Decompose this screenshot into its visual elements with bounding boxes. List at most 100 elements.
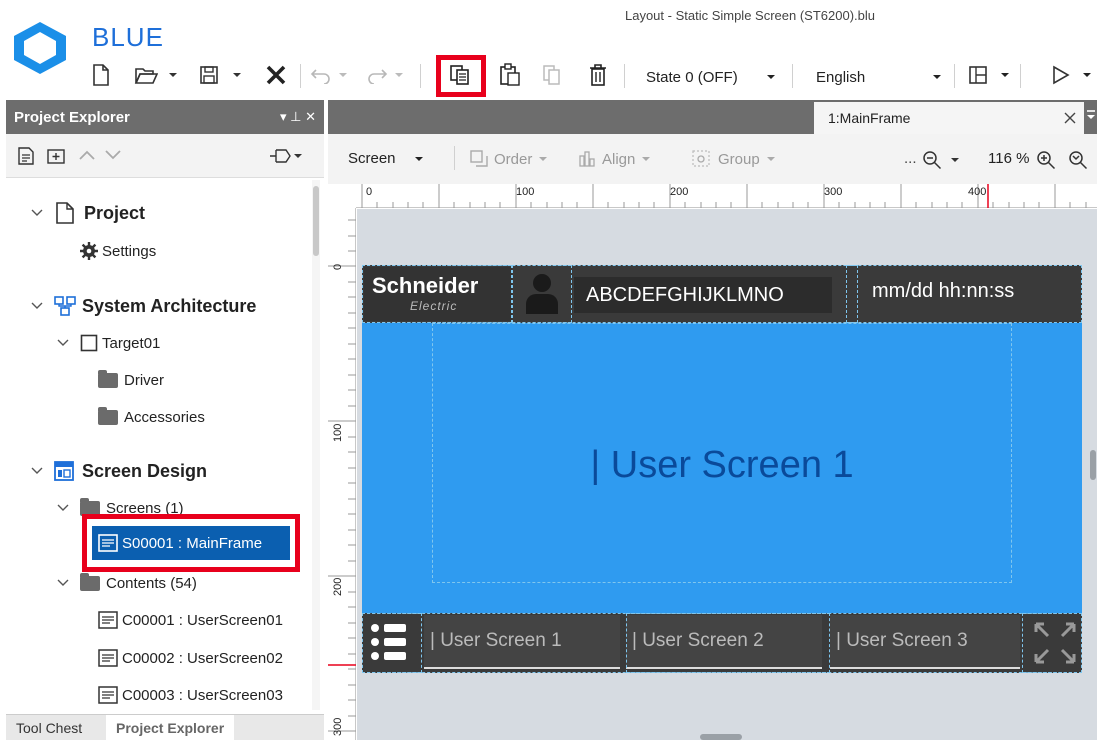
- separator: [792, 64, 793, 88]
- layout-icon[interactable]: [964, 60, 992, 90]
- datetime-display: mm/dd hh:nn:ss: [872, 280, 1015, 302]
- project-explorer-title: Project Explorer: [14, 108, 130, 126]
- language-select[interactable]: English: [810, 62, 910, 92]
- chevron-down-icon[interactable]: [1000, 70, 1010, 80]
- tree-node-screens[interactable]: Screens (1): [56, 495, 184, 521]
- group-icon: [692, 150, 710, 167]
- tree-node-settings[interactable]: Settings: [80, 238, 156, 264]
- project-explorer-toolbar: [6, 134, 324, 178]
- tree-label: Accessories: [124, 408, 205, 426]
- tree-label: Project: [84, 202, 146, 223]
- tree-label: Screen Design: [82, 460, 208, 481]
- nav-button-user-screen-1[interactable]: | User Screen 1: [424, 615, 620, 669]
- tree-node-content-1[interactable]: C00001 : UserScreen01: [98, 607, 283, 633]
- user-screen-title: | User Screen 1: [590, 444, 854, 486]
- user-icon[interactable]: [524, 272, 560, 314]
- schneider-logo[interactable]: Schneider Electric: [364, 267, 512, 321]
- add-folder-icon[interactable]: [46, 146, 66, 166]
- canvas-scrollbar[interactable]: [1090, 450, 1096, 480]
- state-select[interactable]: State 0 (OFF): [640, 62, 758, 92]
- fullscreen-icon[interactable]: [1032, 620, 1078, 666]
- tree-node-accessories[interactable]: Accessories: [98, 404, 205, 430]
- panel-controls[interactable]: ▾ ⊥ ✕: [280, 109, 316, 125]
- chevron-down-icon[interactable]: [30, 464, 44, 478]
- tree-node-target[interactable]: Target01: [56, 330, 160, 356]
- duplicate-icon[interactable]: [538, 60, 566, 90]
- align-label: Align: [602, 150, 636, 168]
- chevron-down-icon: [766, 157, 775, 161]
- tab-mainframe[interactable]: 1:MainFrame: [814, 102, 1084, 134]
- target-device-icon: [80, 334, 98, 352]
- tree-label: S00001 : MainFrame: [122, 534, 263, 552]
- tab-menu-icon[interactable]: [1086, 108, 1096, 124]
- play-icon[interactable]: [1048, 60, 1074, 90]
- chevron-down-icon[interactable]: [30, 206, 44, 220]
- save-icon[interactable]: [196, 60, 222, 90]
- tree-node-contents[interactable]: Contents (54): [56, 570, 197, 596]
- tree-node-screen-design[interactable]: Screen Design: [30, 458, 207, 484]
- chevron-down-icon[interactable]: [56, 501, 70, 515]
- app-name: BLUE: [92, 22, 164, 52]
- chevron-down-icon[interactable]: [932, 72, 942, 82]
- chevron-down-icon[interactable]: [30, 299, 44, 313]
- folder-icon: [98, 406, 118, 425]
- tree-node-mainframe[interactable]: S00001 : MainFrame: [98, 530, 262, 556]
- chevron-down-icon[interactable]: [766, 72, 776, 82]
- pin-filter-icon[interactable]: [268, 146, 304, 166]
- tab-tool-chest[interactable]: Tool Chest: [6, 715, 92, 741]
- align-button[interactable]: Align: [578, 150, 651, 168]
- undo-icon[interactable]: [308, 60, 334, 90]
- chevron-down-icon[interactable]: [1082, 70, 1092, 80]
- chevron-down-icon[interactable]: [394, 70, 404, 80]
- tree-node-system-architecture[interactable]: System Architecture: [30, 293, 256, 319]
- tree-scrollbar-thumb[interactable]: [313, 186, 319, 256]
- logo-text: Schneider: [372, 273, 479, 298]
- paste-icon[interactable]: [496, 60, 524, 90]
- canvas-scrollbar-horizontal[interactable]: [700, 734, 742, 740]
- zoom-fit-icon[interactable]: [1068, 150, 1088, 170]
- tab-project-explorer[interactable]: Project Explorer: [106, 715, 235, 741]
- move-up-icon[interactable]: [78, 148, 96, 162]
- redo-icon[interactable]: [364, 60, 390, 90]
- group-button[interactable]: Group: [692, 150, 776, 168]
- order-button[interactable]: Order: [470, 150, 548, 168]
- chevron-down-icon[interactable]: [232, 70, 242, 80]
- chevron-down-icon[interactable]: [338, 70, 348, 80]
- close-icon[interactable]: [262, 60, 290, 90]
- chevron-down-icon[interactable]: [56, 576, 70, 590]
- ruler-label: 0: [332, 263, 344, 270]
- zoom-in-icon[interactable]: [1036, 150, 1056, 170]
- chevron-down-icon: [414, 156, 423, 161]
- move-down-icon[interactable]: [104, 148, 122, 162]
- zoom-out-control[interactable]: [922, 150, 960, 170]
- window-title: Layout - Static Simple Screen (ST6200).b…: [624, 8, 875, 23]
- new-file-icon[interactable]: [88, 60, 114, 90]
- nav-button-user-screen-2[interactable]: | User Screen 2: [626, 615, 822, 669]
- copy-icon[interactable]: [442, 60, 478, 90]
- tree-node-content-3[interactable]: C00003 : UserScreen03: [98, 682, 283, 708]
- ruler-label: 400: [968, 186, 987, 198]
- delete-icon[interactable]: [584, 60, 612, 90]
- tree-scrollbar[interactable]: [312, 180, 320, 710]
- tree-label: Settings: [102, 242, 157, 260]
- more-button[interactable]: ...: [904, 150, 917, 167]
- tree-node-project[interactable]: Project: [30, 200, 145, 226]
- open-folder-icon[interactable]: [132, 60, 160, 90]
- tree-label: Contents (54): [106, 574, 197, 592]
- tree-label: System Architecture: [82, 295, 257, 316]
- menu-icon[interactable]: [366, 618, 416, 668]
- ruler-horizontal: 0 100 200 300 400: [356, 184, 1097, 208]
- nav-button-user-screen-3[interactable]: | User Screen 3: [830, 615, 1020, 669]
- close-icon[interactable]: [1064, 112, 1076, 124]
- screen-select[interactable]: Screen: [348, 150, 424, 167]
- chevron-down-icon[interactable]: [56, 336, 70, 350]
- user-name-field[interactable]: ABCDEFGHIJKLMNO: [574, 277, 832, 313]
- separator: [624, 64, 625, 88]
- group-label: Group: [718, 150, 760, 168]
- tree-node-driver[interactable]: Driver: [98, 367, 164, 393]
- screen-page-icon: [98, 611, 118, 629]
- separator: [1020, 64, 1021, 88]
- tree-node-content-2[interactable]: C00002 : UserScreen02: [98, 645, 283, 671]
- chevron-down-icon[interactable]: [168, 70, 178, 80]
- add-item-icon[interactable]: [16, 146, 36, 166]
